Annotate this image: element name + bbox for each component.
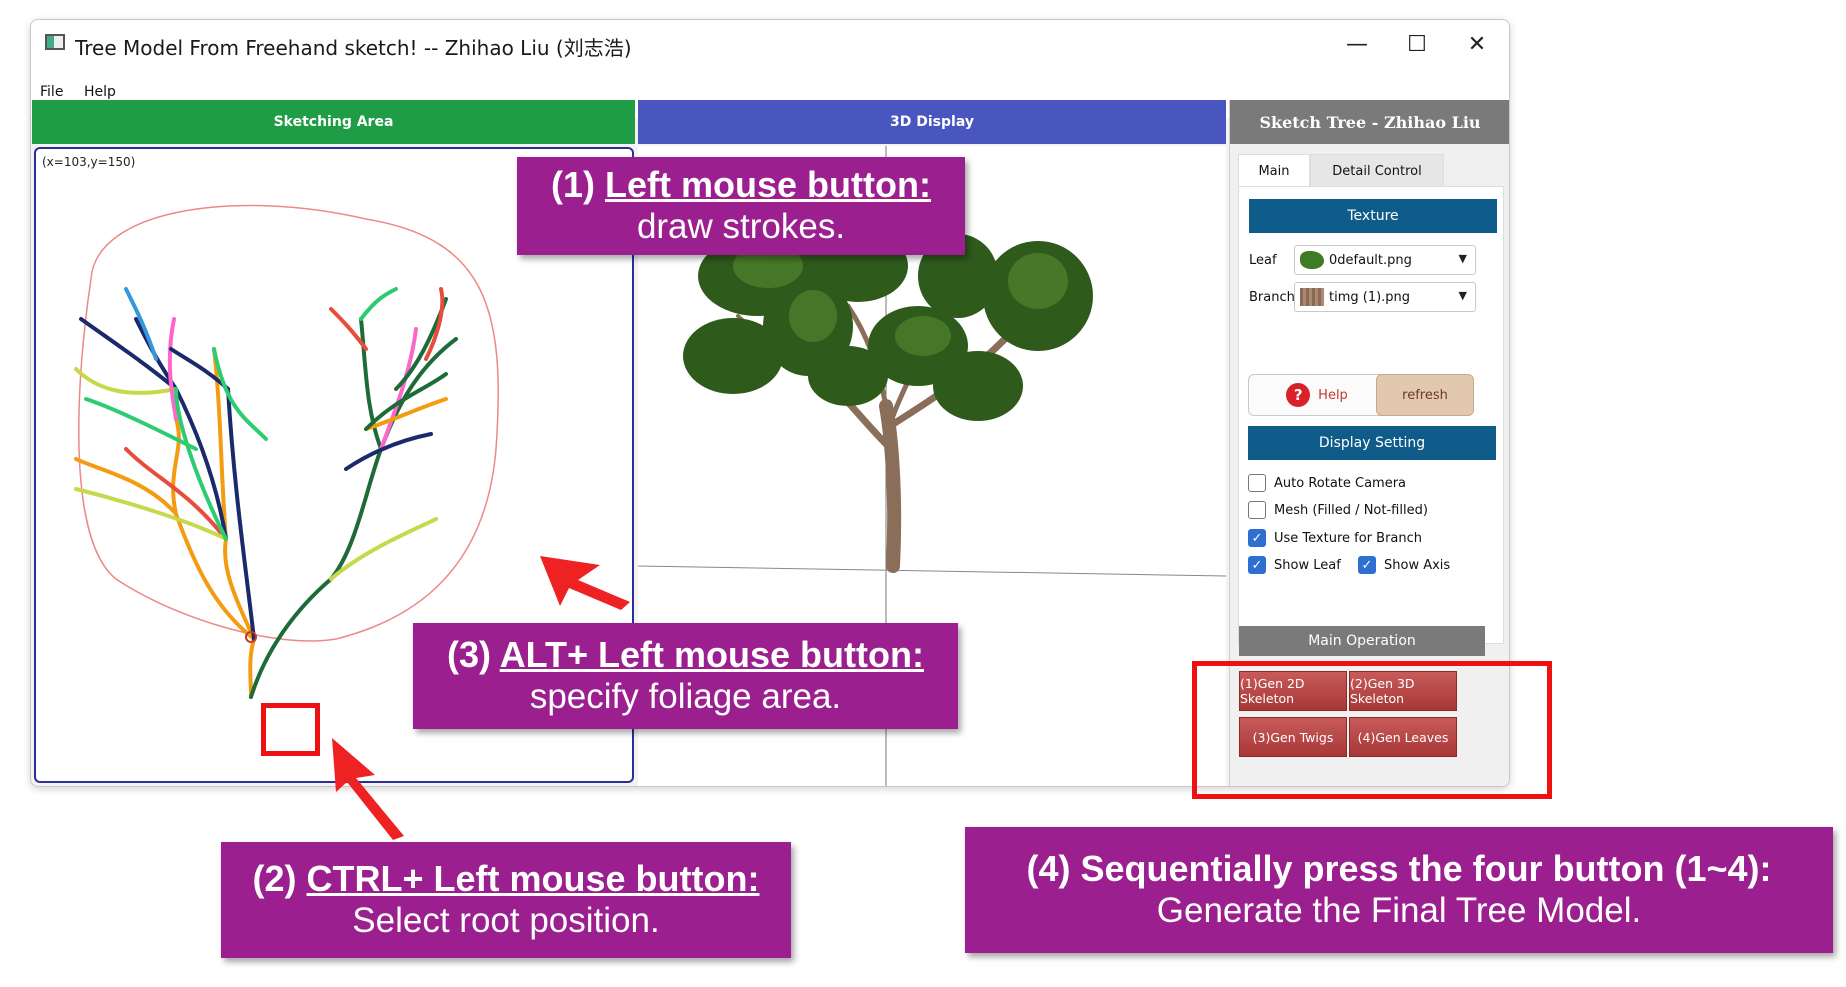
close-button[interactable]: ✕: [1447, 26, 1507, 62]
help-icon: ?: [1286, 383, 1311, 407]
maximize-button[interactable]: ☐: [1387, 26, 1447, 62]
title-bar: Tree Model From Freehand sketch! -- Zhih…: [31, 20, 1509, 68]
sketching-area-header: Sketching Area: [32, 100, 635, 144]
show-leaf-checkbox[interactable]: ✓ Show Leaf: [1248, 556, 1341, 574]
chevron-down-icon: ▼: [1458, 252, 1467, 265]
callout-foliage-area: (3) ALT+ Left mouse button: specify foli…: [413, 623, 958, 729]
branch-label: Branch: [1249, 290, 1295, 305]
checkmark-icon: ✓: [1248, 556, 1266, 574]
show-leaf-label: Show Leaf: [1274, 557, 1341, 573]
chevron-down-icon: ▼: [1458, 289, 1467, 302]
display-3d-header: 3D Display: [638, 100, 1226, 144]
callout1-title: Left mouse button:: [605, 164, 931, 205]
auto-rotate-label: Auto Rotate Camera: [1274, 475, 1407, 491]
mesh-label: Mesh (Filled / Not-filled): [1274, 502, 1428, 518]
show-axis-checkbox[interactable]: ✓ Show Axis: [1358, 556, 1450, 574]
callout-draw-strokes: (1) Left mouse button: draw strokes.: [517, 157, 965, 255]
callout-root-position: (2) CTRL+ Left mouse button: Select root…: [221, 842, 791, 958]
window-title: Tree Model From Freehand sketch! -- Zhih…: [75, 36, 632, 60]
help-button-label: Help: [1318, 387, 1348, 403]
callout4-body: Generate the Final Tree Model.: [1156, 891, 1642, 930]
show-axis-label: Show Axis: [1384, 557, 1451, 573]
callout3-prefix: (3): [447, 634, 500, 675]
refresh-button[interactable]: refresh: [1376, 374, 1474, 416]
branch-texture-value: timg (1).png: [1329, 290, 1411, 305]
help-button[interactable]: ? Help: [1248, 374, 1386, 416]
mesh-checkbox[interactable]: Mesh (Filled / Not-filled): [1248, 501, 1428, 519]
leaf-texture-select[interactable]: 0default.png ▼: [1294, 245, 1476, 275]
checkbox-unchecked-icon: [1248, 474, 1266, 492]
minimize-button[interactable]: —: [1327, 26, 1387, 62]
callout4-title: (4) Sequentially press the four button (…: [1026, 848, 1772, 889]
bark-thumbnail-icon: [1300, 288, 1324, 306]
callout1-prefix: (1): [551, 164, 606, 205]
checkbox-unchecked-icon: [1248, 501, 1266, 519]
checkmark-icon: ✓: [1248, 529, 1266, 547]
texture-branch-checkbox[interactable]: ✓ Use Texture for Branch: [1248, 529, 1422, 547]
callout1-body: draw strokes.: [636, 207, 846, 246]
root-highlight-box: [261, 703, 320, 756]
menu-help[interactable]: Help: [84, 84, 116, 100]
tab-detail-control[interactable]: Detail Control: [1310, 154, 1444, 188]
callout3-body: specify foliage area.: [529, 677, 842, 716]
main-operation-header: Main Operation: [1239, 626, 1485, 656]
leaf-thumbnail-icon: [1300, 251, 1324, 269]
checkmark-icon: ✓: [1358, 556, 1376, 574]
branch-texture-select[interactable]: timg (1).png ▼: [1294, 282, 1476, 312]
callout2-title: CTRL+ Left mouse button:: [306, 858, 760, 899]
leaf-label: Leaf: [1249, 253, 1277, 268]
app-icon: [45, 34, 65, 50]
callout2-body: Select root position.: [352, 901, 660, 940]
display-setting-header: Display Setting: [1248, 426, 1496, 460]
callout2-prefix: (2): [252, 858, 307, 899]
menu-file[interactable]: File: [40, 84, 63, 100]
leaf-texture-value: 0default.png: [1329, 253, 1412, 268]
panel-title: Sketch Tree - Zhihao Liu: [1230, 100, 1509, 144]
texture-section-header: Texture: [1249, 199, 1497, 233]
texture-branch-label: Use Texture for Branch: [1274, 530, 1423, 546]
callout-generate-model: (4) Sequentially press the four button (…: [965, 827, 1833, 953]
operation-buttons-highlight-box: [1192, 661, 1552, 799]
auto-rotate-checkbox[interactable]: Auto Rotate Camera: [1248, 474, 1406, 492]
callout3-title: ALT+ Left mouse button:: [499, 634, 924, 675]
tab-main[interactable]: Main: [1238, 154, 1310, 187]
